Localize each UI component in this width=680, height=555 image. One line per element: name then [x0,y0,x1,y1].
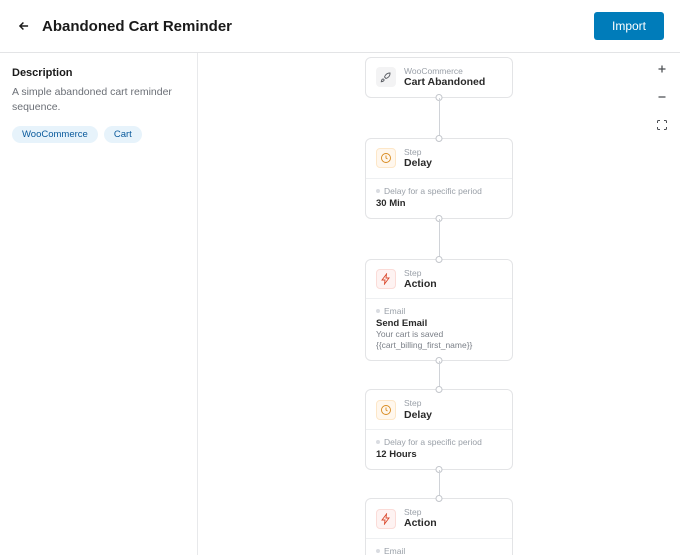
flow-node-trigger[interactable]: WooCommerce Cart Abandoned [365,57,513,98]
sidebar: Description A simple abandoned cart remi… [0,53,198,555]
flow-connector [439,361,440,389]
header-left: Abandoned Cart Reminder [16,18,232,35]
node-title: Action [404,278,437,291]
flow-node-delay[interactable]: Step Delay Delay for a specific period 1… [365,389,513,470]
node-subtitle: Step [404,268,437,278]
node-port[interactable] [436,135,443,142]
bolt-icon [376,269,396,289]
fullscreen-button[interactable] [654,117,670,133]
description-heading: Description [12,67,185,79]
zoom-out-button[interactable] [654,89,670,105]
node-body: Delay for a specific period 30 Min [366,178,512,218]
node-body: Email Send Email Your cart is about to e… [366,538,512,555]
detail-label: Email [376,306,502,316]
flow-canvas[interactable]: WooCommerce Cart Abandoned Step Delay [198,53,680,555]
detail-label: Delay for a specific period [376,437,502,447]
detail-title: 12 Hours [376,449,502,460]
arrow-left-icon [17,19,31,33]
clock-icon [376,148,396,168]
node-header: Step Delay [366,139,512,178]
detail-desc: Your cart is saved {{cart_billing_first_… [376,329,502,351]
expand-icon [656,119,668,131]
flow-node-action[interactable]: Step Action Email Send Email Your cart i… [365,259,513,362]
flow-connector [439,98,440,138]
description-text: A simple abandoned cart reminder sequenc… [12,85,185,114]
node-subtitle: WooCommerce [404,66,485,76]
zoom-controls [654,61,670,133]
page-body: Description A simple abandoned cart remi… [0,53,680,555]
node-title: Delay [404,157,432,170]
node-port[interactable] [436,495,443,502]
page-header: Abandoned Cart Reminder Import [0,0,680,53]
page-title: Abandoned Cart Reminder [42,18,232,35]
node-header: Step Delay [366,390,512,429]
flow-connector [439,470,440,498]
node-header: Step Action [366,260,512,299]
minus-icon [656,91,668,103]
node-subtitle: Step [404,507,437,517]
node-subtitle: Step [404,398,432,408]
node-header: Step Action [366,499,512,538]
tag-cart[interactable]: Cart [104,126,142,143]
flow-connector [439,219,440,259]
bolt-icon [376,509,396,529]
detail-label: Email [376,546,502,555]
node-title: Action [404,517,437,530]
node-port[interactable] [436,386,443,393]
plus-icon [656,63,668,75]
import-button[interactable]: Import [594,12,664,40]
flow-node-action[interactable]: Step Action Email Send Email Your cart i… [365,498,513,555]
tag-woocommerce[interactable]: WooCommerce [12,126,98,143]
zoom-in-button[interactable] [654,61,670,77]
tag-list: WooCommerce Cart [12,126,185,143]
detail-title: 30 Min [376,198,502,209]
detail-label: Delay for a specific period [376,186,502,196]
flow-container: WooCommerce Cart Abandoned Step Delay [365,57,513,555]
node-title: Delay [404,409,432,422]
node-header: WooCommerce Cart Abandoned [366,58,512,97]
clock-icon [376,400,396,420]
node-body: Email Send Email Your cart is saved {{ca… [366,298,512,360]
node-port[interactable] [436,256,443,263]
node-subtitle: Step [404,147,432,157]
flow-node-delay[interactable]: Step Delay Delay for a specific period 3… [365,138,513,219]
node-body: Delay for a specific period 12 Hours [366,429,512,469]
rocket-icon [376,67,396,87]
back-arrow-button[interactable] [16,18,32,34]
detail-title: Send Email [376,318,502,329]
node-title: Cart Abandoned [404,76,485,89]
